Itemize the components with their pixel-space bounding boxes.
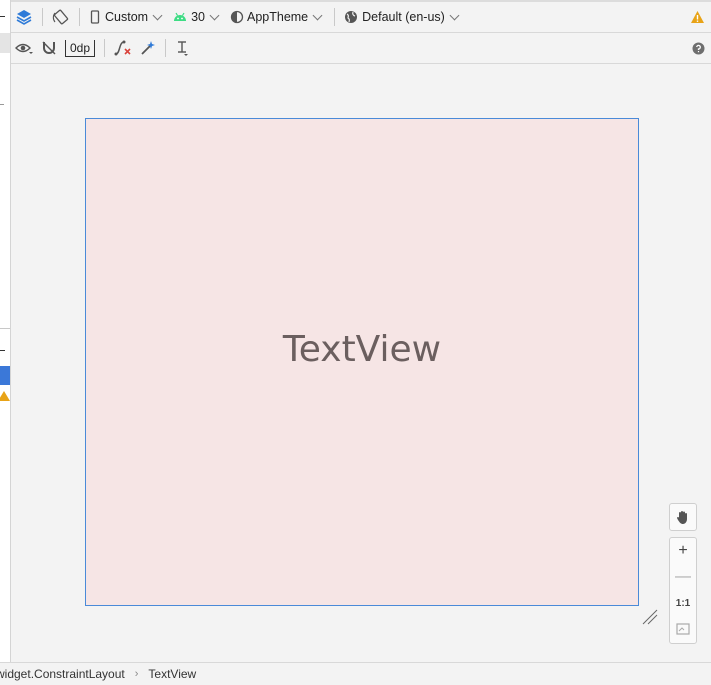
- toolbar-separator: [334, 8, 336, 26]
- zoom-controls: + — 1:1: [669, 537, 697, 644]
- textview-widget[interactable]: TextView: [283, 329, 441, 370]
- design-toolbar: Custom 30 AppTheme Default (en-us): [11, 2, 711, 33]
- clear-constraints-button[interactable]: [110, 36, 136, 60]
- panel-collapse-dash[interactable]: [0, 16, 5, 17]
- issues-button[interactable]: [686, 5, 709, 29]
- layers-icon: [16, 10, 32, 25]
- help-icon: [692, 42, 705, 54]
- panel-mark: [0, 104, 4, 105]
- chevron-down-icon: [152, 10, 163, 20]
- chevron-down-icon: [209, 10, 220, 20]
- constraint-toolbar: 0dp: [11, 33, 711, 64]
- device-selector[interactable]: Custom: [85, 5, 169, 29]
- zoom-to-fit-button[interactable]: [670, 616, 696, 642]
- magic-wand-icon: [141, 41, 156, 55]
- zoom-reset-label: 1:1: [675, 597, 691, 609]
- globe-icon: [345, 11, 358, 23]
- toolbar-separator: [165, 39, 167, 57]
- design-surface-button[interactable]: [11, 5, 37, 29]
- chevron-down-icon: [449, 10, 460, 20]
- minus-icon: —: [675, 568, 691, 585]
- device-label: Custom: [105, 10, 149, 24]
- resize-handle-icon[interactable]: [641, 608, 659, 626]
- toolbar-separator: [79, 8, 80, 26]
- android-icon: [174, 12, 187, 21]
- locale-selector[interactable]: Default (en-us): [340, 5, 466, 29]
- help-button[interactable]: [688, 36, 709, 60]
- clear-constraints-icon: [114, 40, 131, 56]
- orientation-button[interactable]: [48, 5, 74, 29]
- breadcrumb-item-textview[interactable]: TextView: [148, 667, 196, 681]
- tree-selected-row[interactable]: [0, 366, 10, 385]
- toolbar-separator: [42, 8, 43, 26]
- warning-icon: [691, 11, 704, 23]
- plus-icon: +: [678, 542, 688, 559]
- zoom-out-button[interactable]: —: [670, 564, 696, 590]
- palette-selected-row[interactable]: [0, 33, 10, 53]
- panel-divider: [0, 328, 10, 329]
- design-canvas-screen[interactable]: TextView: [85, 118, 639, 606]
- panel-collapse-dash-2[interactable]: [0, 350, 5, 351]
- phone-icon: [90, 10, 100, 24]
- infer-constraints-button[interactable]: [136, 36, 160, 60]
- api-level-selector[interactable]: 30: [169, 5, 226, 29]
- guideline-icon: [178, 41, 189, 56]
- theme-selector[interactable]: AppTheme: [226, 5, 329, 29]
- fit-screen-icon: [676, 623, 690, 635]
- autoconnect-toggle[interactable]: [37, 36, 61, 60]
- breadcrumb: widget.ConstraintLayout › TextView: [0, 662, 711, 685]
- api-level-label: 30: [191, 10, 205, 24]
- view-options-button[interactable]: [11, 36, 37, 60]
- component-tree-panel-edge: [0, 0, 11, 662]
- rotate-device-icon: [52, 9, 69, 25]
- zoom-in-button[interactable]: +: [670, 538, 696, 564]
- default-margin-control[interactable]: 0dp: [61, 36, 99, 60]
- default-margin-value[interactable]: 0dp: [65, 39, 96, 57]
- chevron-right-icon: ›: [134, 668, 139, 680]
- toolbar-separator: [104, 39, 106, 57]
- pan-button[interactable]: [669, 503, 697, 531]
- hand-icon: [677, 511, 687, 524]
- eye-icon: [15, 43, 33, 54]
- zoom-reset-button[interactable]: 1:1: [670, 590, 696, 616]
- guidelines-button[interactable]: [171, 36, 195, 60]
- locale-label: Default (en-us): [362, 10, 445, 24]
- theme-icon: [230, 10, 244, 24]
- magnet-off-icon: [42, 41, 56, 55]
- theme-label: AppTheme: [246, 10, 309, 24]
- chevron-down-icon: [312, 10, 323, 20]
- tree-warning-icon[interactable]: [0, 391, 10, 401]
- breadcrumb-item-constraintlayout[interactable]: widget.ConstraintLayout: [0, 667, 125, 681]
